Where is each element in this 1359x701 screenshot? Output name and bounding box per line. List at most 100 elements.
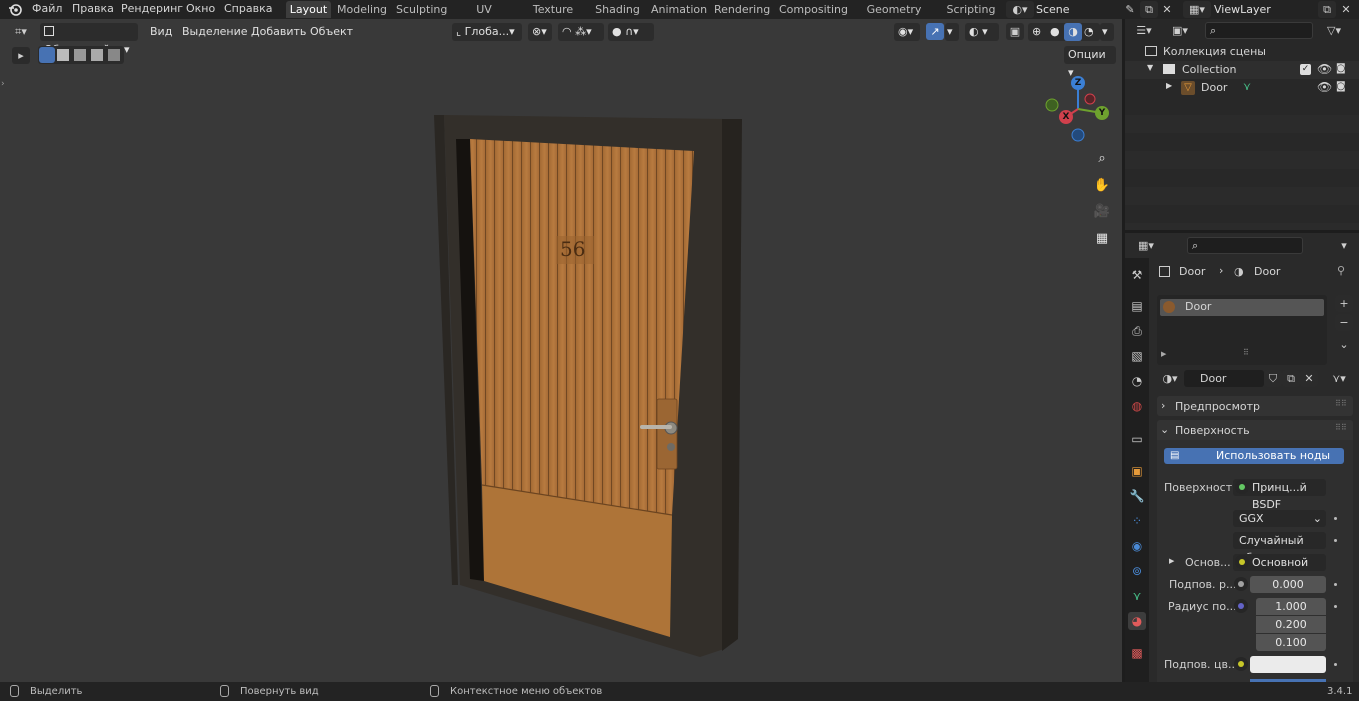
world-tab-icon[interactable]: ◍ (1128, 397, 1146, 415)
properties-options-icon[interactable]: ▾ (1335, 237, 1353, 254)
3d-viewport[interactable]: ⌗▾ Объектный... ▾ Вид Выделение Добавить… (0, 19, 1122, 682)
pin-scene-icon[interactable]: ✎ (1121, 1, 1139, 18)
delete-scene-icon[interactable]: ✕ (1158, 1, 1176, 18)
tab-sculpting[interactable]: Sculpting (396, 1, 447, 18)
new-view-layer-icon[interactable]: ⧉ (1318, 1, 1336, 18)
menu-file[interactable]: Файл (32, 1, 62, 17)
data-tab-icon[interactable]: ⋎ (1128, 587, 1146, 605)
radius-y-input[interactable]: 0.200 (1256, 616, 1326, 633)
mesh-data-icon[interactable]: ⋎ (1243, 80, 1251, 93)
outliner-editor-type-icon[interactable]: ☰▾ (1131, 22, 1157, 39)
object-tab-icon[interactable]: ▣ (1128, 462, 1146, 480)
particles-tab-icon[interactable]: ⁘ (1128, 512, 1146, 530)
drag-handle-icon[interactable]: ⠿⠿ (1335, 399, 1347, 408)
new-scene-icon[interactable]: ⧉ (1140, 1, 1158, 18)
collection-checkbox[interactable]: ✓ (1300, 64, 1311, 75)
radius-x-input[interactable]: 1.000 (1256, 598, 1326, 615)
outliner-row-door[interactable]: ▶ ▽ Door ⋎ 👁 ◙ (1125, 79, 1359, 97)
eye-icon[interactable]: 👁 (1317, 80, 1332, 94)
tool-tab-icon[interactable]: ⚒ (1128, 266, 1146, 284)
output-tab-icon[interactable]: ⎙ (1128, 322, 1146, 340)
gizmo-y-axis[interactable]: Y (1095, 106, 1109, 120)
outliner-row-collection[interactable]: ▼ Collection ✓ 👁 ◙ (1125, 61, 1359, 79)
browse-material-icon[interactable]: ◑▾ (1157, 370, 1183, 387)
surface-shader-selector[interactable]: Принц...й BSDF (1233, 479, 1326, 511)
tab-texture-paint[interactable]: Texture Paint (521, 1, 585, 33)
expand-arrow-icon[interactable]: ▶ (1169, 557, 1174, 565)
scene-name-field[interactable]: Scene (1036, 2, 1120, 17)
outliner-display-mode-icon[interactable]: ▣▾ (1167, 22, 1193, 39)
door-model[interactable] (0, 19, 1122, 682)
tab-geometry-nodes[interactable]: Geometry Nodes (852, 1, 936, 33)
unlink-material-icon[interactable]: ✕ (1300, 370, 1318, 387)
keyframe-dot-icon[interactable] (1334, 583, 1337, 586)
keyframe-dot-icon[interactable] (1334, 517, 1337, 520)
gizmo-z-axis[interactable]: Z (1071, 76, 1085, 90)
expand-arrow-icon[interactable]: ▼ (1147, 63, 1153, 72)
collection-tab-icon[interactable]: ▭ (1128, 430, 1146, 448)
render-tab-icon[interactable]: ▤ (1128, 297, 1146, 315)
add-slot-icon[interactable]: + (1335, 295, 1353, 312)
view-layer-browse-icon[interactable]: ▦▾ (1183, 1, 1211, 18)
left-edge-arrow-icon[interactable]: › (1, 79, 5, 89)
camera-view-icon[interactable]: 🎥 (1090, 199, 1114, 223)
tab-uv-editing[interactable]: UV Editing (456, 1, 512, 33)
outliner-search-input[interactable]: ⌕ (1205, 22, 1313, 39)
scene-browse-icon[interactable]: ◐▾ (1006, 1, 1034, 18)
menu-window[interactable]: Окно (186, 1, 215, 17)
delete-view-layer-icon[interactable]: ✕ (1337, 1, 1355, 18)
pan-hand-icon[interactable]: ✋ (1090, 173, 1114, 197)
blender-logo-icon[interactable] (8, 2, 23, 17)
resize-grip-icon[interactable]: ⠿ (1243, 348, 1249, 357)
tab-shading[interactable]: Shading (595, 1, 640, 18)
keyframe-dot-icon[interactable] (1334, 539, 1337, 542)
material-slot-item[interactable]: Door (1160, 299, 1324, 316)
physics-tab-icon[interactable]: ◉ (1128, 537, 1146, 555)
tab-animation[interactable]: Animation (651, 1, 707, 18)
tab-modeling[interactable]: Modeling (337, 1, 387, 18)
properties-editor-type-icon[interactable]: ▦▾ (1133, 237, 1159, 254)
duplicate-material-icon[interactable]: ⧉ (1282, 370, 1300, 387)
subsurface-method-selector[interactable]: Случайный об... ⌄ (1233, 532, 1326, 564)
camera-render-icon[interactable]: ◙ (1336, 81, 1346, 92)
fake-user-shield-icon[interactable]: ⛉ (1264, 370, 1282, 387)
outliner-filter-icon[interactable]: ▽▾ (1321, 22, 1347, 39)
tab-scripting[interactable]: Scripting (946, 1, 996, 18)
preview-panel-header[interactable]: › Предпросмотр ⠿⠿ (1157, 396, 1353, 416)
material-link-icon[interactable]: ⋎▾ (1325, 370, 1353, 387)
menu-help[interactable]: Справка (224, 1, 272, 17)
eye-icon[interactable]: 👁 (1317, 62, 1332, 76)
view-layer-field[interactable]: ViewLayer (1214, 2, 1314, 17)
menu-render[interactable]: Рендеринг (121, 1, 183, 17)
keyframe-dot-icon[interactable] (1334, 663, 1337, 666)
expand-arrow-icon[interactable]: ▶ (1161, 350, 1166, 358)
properties-search-input[interactable]: ⌕ (1187, 237, 1303, 254)
view-layer-tab-icon[interactable]: ▧ (1128, 347, 1146, 365)
tab-rendering[interactable]: Rendering (714, 1, 770, 18)
outliner-row-scene-collection[interactable]: Коллекция сцены (1125, 43, 1359, 61)
pin-icon[interactable]: ⚲ (1337, 264, 1345, 277)
base-color-link[interactable]: Основной цвет (1233, 554, 1326, 586)
zoom-icon[interactable]: ⌕ (1090, 146, 1114, 170)
radius-z-input[interactable]: 0.100 (1256, 634, 1326, 651)
expand-arrow-icon[interactable]: ▶ (1166, 81, 1172, 90)
use-nodes-button[interactable]: ▤ Использовать ноды (1164, 448, 1344, 464)
texture-tab-icon[interactable]: ▩ (1128, 644, 1146, 662)
gizmo-x-axis[interactable]: X (1059, 110, 1073, 124)
remove-slot-icon[interactable]: − (1335, 314, 1353, 331)
perspective-toggle-icon[interactable]: ▦ (1090, 226, 1114, 250)
distribution-selector[interactable]: GGX ⌄ (1233, 510, 1326, 527)
constraints-tab-icon[interactable]: ⊚ (1128, 562, 1146, 580)
material-tab-icon[interactable]: ◕ (1128, 612, 1146, 630)
modifier-tab-icon[interactable]: 🔧 (1128, 487, 1146, 505)
camera-render-icon[interactable]: ◙ (1336, 63, 1346, 74)
menu-edit[interactable]: Правка (72, 1, 114, 17)
subsurface-color-swatch[interactable] (1250, 656, 1326, 673)
tab-layout[interactable]: Layout (286, 1, 331, 18)
drag-handle-icon[interactable]: ⠿⠿ (1335, 423, 1347, 432)
scene-tab-icon[interactable]: ◔ (1128, 372, 1146, 390)
slot-specials-icon[interactable]: ⌄ (1335, 336, 1353, 353)
subsurface-input[interactable]: 0.000 (1250, 576, 1326, 593)
material-name-field[interactable]: Door (1184, 370, 1264, 387)
keyframe-dot-icon[interactable] (1334, 605, 1337, 608)
